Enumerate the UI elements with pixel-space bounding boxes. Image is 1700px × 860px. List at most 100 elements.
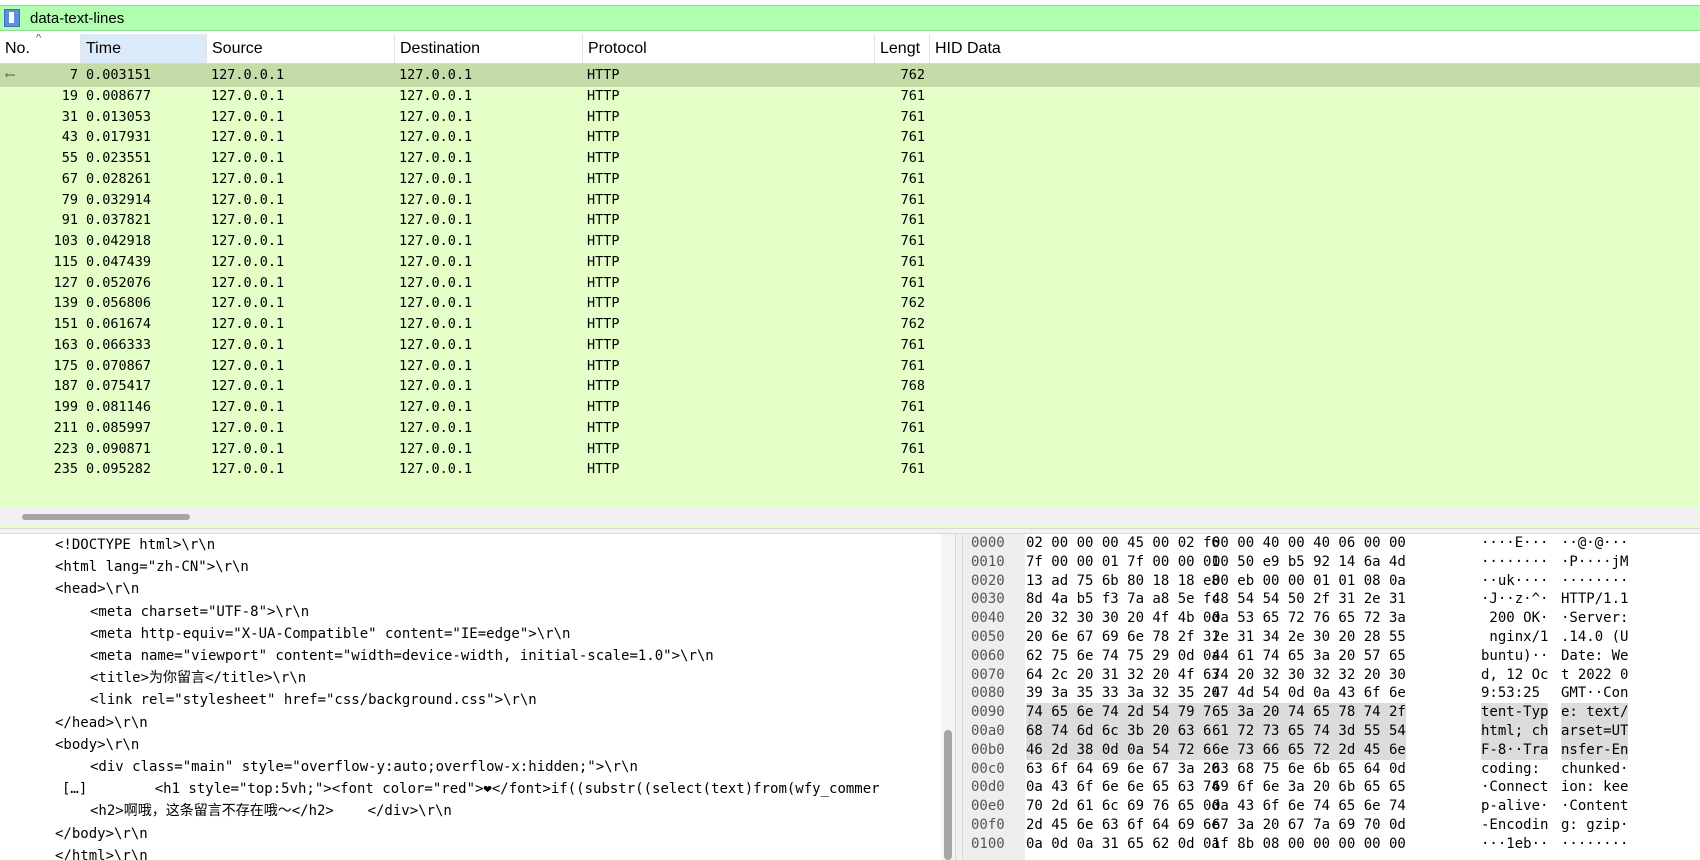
hex-row[interactable]: 0070 64 2c 20 31 32 20 4f 63 74 20 32 30 3… <box>963 666 1700 685</box>
packet-list: No. ^ Time Source Destination Protocol L… <box>0 34 1700 528</box>
hex-bytes: 00 00 40 00 40 06 00 00 <box>1212 535 1406 551</box>
packet-list-header: No. ^ Time Source Destination Protocol L… <box>0 34 1700 64</box>
ascii-bytes: HTTP/1.1 <box>1561 591 1629 608</box>
packet-length: 761 <box>900 108 925 125</box>
hex-bytes: 74 65 6e 74 2d 54 79 70 <box>1026 703 1220 723</box>
hex-row[interactable]: 00a0 68 74 6d 6c 3b 20 63 68 61 72 73 65 7… <box>963 722 1700 741</box>
hex-offset: 0070 <box>971 666 1005 683</box>
hex-row[interactable]: 00f0 2d 45 6e 63 6f 64 69 6e 67 3a 20 67 7… <box>963 816 1700 835</box>
hex-offset: 0090 <box>971 704 1005 721</box>
packet-row[interactable]: 223 0.090871 127.0.0.1 127.0.0.1 HTTP 761 <box>0 438 1700 461</box>
pane-splitter-vertical[interactable] <box>955 534 963 860</box>
packet-row[interactable]: 163 0.066333 127.0.0.1 127.0.0.1 HTTP 761 <box>0 334 1700 357</box>
hex-offset: 00b0 <box>971 741 1005 758</box>
hex-row[interactable]: 00c0 63 6f 64 69 6e 67 3a 20 63 68 75 6e 6… <box>963 760 1700 779</box>
ascii-bytes: ·Content <box>1561 798 1629 815</box>
hex-row[interactable]: 0020 13 ad 75 6b 80 18 18 e8 00 eb 00 00 0… <box>963 572 1700 591</box>
hex-row[interactable]: 00e0 70 2d 61 6c 69 76 65 0d 0a 43 6f 6e 7… <box>963 797 1700 816</box>
text-line: <meta charset="UTF-8">\r\n <box>90 603 310 620</box>
packet-row[interactable]: 235 0.095282 127.0.0.1 127.0.0.1 HTTP 761 <box>0 458 1700 481</box>
hex-row[interactable]: 0050 20 6e 67 69 6e 78 2f 31 2e 31 34 2e 3… <box>963 628 1700 647</box>
column-header-length[interactable]: Lengt <box>875 34 930 63</box>
hex-bytes: 47 4d 54 0d 0a 43 6f 6e <box>1212 685 1406 702</box>
packet-row[interactable]: 139 0.056806 127.0.0.1 127.0.0.1 HTTP 762 <box>0 292 1700 315</box>
hex-bytes: 8d 4a b5 f3 7a a8 5e fc <box>1026 591 1220 608</box>
hex-bytes: 0a 43 6f 6e 74 65 6e 74 <box>1212 798 1406 815</box>
packet-row[interactable]: 91 0.037821 127.0.0.1 127.0.0.1 HTTP 761 <box>0 209 1700 232</box>
hex-bytes: 0a 0d 0a 31 65 62 0d 0a <box>1026 835 1220 852</box>
scrollbar-thumb[interactable] <box>944 730 952 860</box>
packet-row[interactable]: 43 0.017931 127.0.0.1 127.0.0.1 HTTP 761 <box>0 126 1700 149</box>
ascii-bytes: html; ch <box>1481 722 1549 741</box>
packet-row[interactable]: ⟵ 7 0.003151 127.0.0.1 127.0.0.1 HTTP 762 <box>0 64 1700 87</box>
ascii-bytes: t 2022 0 <box>1561 666 1629 683</box>
column-header-time[interactable]: Time <box>81 34 207 63</box>
hex-bytes: 62 75 6e 74 75 29 0d 0a <box>1026 647 1220 664</box>
packet-length: 761 <box>900 440 925 457</box>
hex-offset: 0100 <box>971 835 1005 852</box>
column-label: Time <box>86 40 121 57</box>
hex-row[interactable]: 0040 20 32 30 30 20 4f 4b 0d 0a 53 65 72 7… <box>963 609 1700 628</box>
packet-row[interactable]: 31 0.013053 127.0.0.1 127.0.0.1 HTTP 761 <box>0 106 1700 129</box>
packet-length: 762 <box>900 67 925 83</box>
text-line: </head>\r\n <box>55 714 148 731</box>
column-header-source[interactable]: Source <box>207 34 395 63</box>
ascii-bytes: -Encodin <box>1481 817 1549 833</box>
column-header-hid-data[interactable]: HID Data <box>930 34 1700 63</box>
text-line: […] <h1 style="top:5vh;"><font color="re… <box>62 781 880 798</box>
packet-length: 761 <box>900 419 925 436</box>
hex-bytes: 0a 43 6f 6e 6e 65 63 74 <box>1026 779 1220 796</box>
hex-row[interactable]: 0000 02 00 00 00 45 00 02 f6 00 00 40 00 4… <box>963 534 1700 553</box>
packet-bytes-view[interactable]: 0000 02 00 00 00 45 00 02 f6 00 00 40 00 4… <box>963 534 1700 860</box>
ascii-bytes: ·Server: <box>1561 610 1629 627</box>
scrollbar-thumb[interactable] <box>22 514 190 520</box>
hex-offset: 00f0 <box>971 817 1005 833</box>
ascii-bytes: coding: <box>1481 760 1549 777</box>
ascii-bytes: F-8··Tra <box>1481 740 1549 760</box>
text-line: <link rel="stylesheet" href="css/backgro… <box>90 692 537 709</box>
ascii-bytes: ion: kee <box>1561 779 1629 796</box>
column-header-no[interactable]: No. ^ <box>0 34 81 63</box>
hex-row[interactable]: 0100 0a 0d 0a 31 65 62 0d 0a 1f 8b 08 00 0… <box>963 835 1700 854</box>
packet-row[interactable]: 115 0.047439 127.0.0.1 127.0.0.1 HTTP 761 <box>0 251 1700 274</box>
hex-row[interactable]: 0080 39 3a 35 33 3a 32 35 20 47 4d 54 0d 0… <box>963 684 1700 703</box>
hex-bytes: 7f 00 00 01 7f 00 00 01 <box>1026 553 1220 570</box>
packet-text-view[interactable]: <!DOCTYPE html>\r\n <html lang="zh-CN">\r… <box>0 534 955 860</box>
hex-offset: 0000 <box>971 535 1005 551</box>
packet-length: 761 <box>900 357 925 374</box>
display-filter-bar[interactable]: data-text-lines <box>0 5 1700 31</box>
packet-row[interactable]: 211 0.085997 127.0.0.1 127.0.0.1 HTTP 761 <box>0 417 1700 440</box>
ascii-bytes: 200 OK· <box>1481 610 1549 627</box>
hex-bytes: 46 2d 38 0d 0a 54 72 61 <box>1026 740 1220 760</box>
hex-offset: 00d0 <box>971 779 1005 796</box>
packet-length: 761 <box>900 274 925 291</box>
display-filter-input[interactable]: data-text-lines <box>30 10 124 27</box>
ascii-bytes: e: text/ <box>1561 703 1629 723</box>
vertical-scrollbar[interactable] <box>941 534 955 860</box>
packet-row[interactable]: 103 0.042918 127.0.0.1 127.0.0.1 HTTP 761 <box>0 230 1700 253</box>
packet-row[interactable]: 151 0.061674 127.0.0.1 127.0.0.1 HTTP 762 <box>0 313 1700 336</box>
ascii-bytes: .14.0 (U <box>1561 629 1629 645</box>
hex-row[interactable]: 00b0 46 2d 38 0d 0a 54 72 61 6e 73 66 65 7… <box>963 740 1700 760</box>
hex-row[interactable]: 00d0 0a 43 6f 6e 6e 65 63 74 69 6f 6e 3a 2… <box>963 778 1700 797</box>
packet-row[interactable]: 79 0.032914 127.0.0.1 127.0.0.1 HTTP 761 <box>0 189 1700 212</box>
packet-row[interactable]: 199 0.081146 127.0.0.1 127.0.0.1 HTTP 761 <box>0 396 1700 419</box>
packet-length: 761 <box>900 461 925 478</box>
hex-row[interactable]: 0090 74 65 6e 74 2d 54 79 70 65 3a 20 74 6… <box>963 703 1700 723</box>
packet-row[interactable]: 187 0.075417 127.0.0.1 127.0.0.1 HTTP 768 <box>0 375 1700 398</box>
hex-row[interactable]: 0010 7f 00 00 01 7f 00 00 01 00 50 e9 b5 9… <box>963 553 1700 572</box>
packet-row[interactable]: 127 0.052076 127.0.0.1 127.0.0.1 HTTP 761 <box>0 272 1700 295</box>
column-header-protocol[interactable]: Protocol <box>583 34 875 63</box>
hex-row[interactable]: 0030 8d 4a b5 f3 7a a8 5e fc 48 54 54 50 2… <box>963 590 1700 609</box>
bookmark-icon[interactable] <box>4 9 20 27</box>
packet-row[interactable]: 55 0.023551 127.0.0.1 127.0.0.1 HTTP 761 <box>0 147 1700 170</box>
packet-row[interactable]: 19 0.008677 127.0.0.1 127.0.0.1 HTTP 761 <box>0 85 1700 108</box>
hex-offset: 00e0 <box>971 798 1005 815</box>
packet-row[interactable]: 67 0.028261 127.0.0.1 127.0.0.1 HTTP 761 <box>0 168 1700 191</box>
ascii-bytes: ········ <box>1481 553 1549 570</box>
hex-offset: 00a0 <box>971 723 1005 739</box>
horizontal-scrollbar[interactable] <box>0 508 1700 526</box>
packet-row[interactable]: 175 0.070867 127.0.0.1 127.0.0.1 HTTP 761 <box>0 355 1700 378</box>
hex-row[interactable]: 0060 62 75 6e 74 75 29 0d 0a 44 61 74 65 3… <box>963 647 1700 666</box>
column-header-destination[interactable]: Destination <box>395 34 583 63</box>
